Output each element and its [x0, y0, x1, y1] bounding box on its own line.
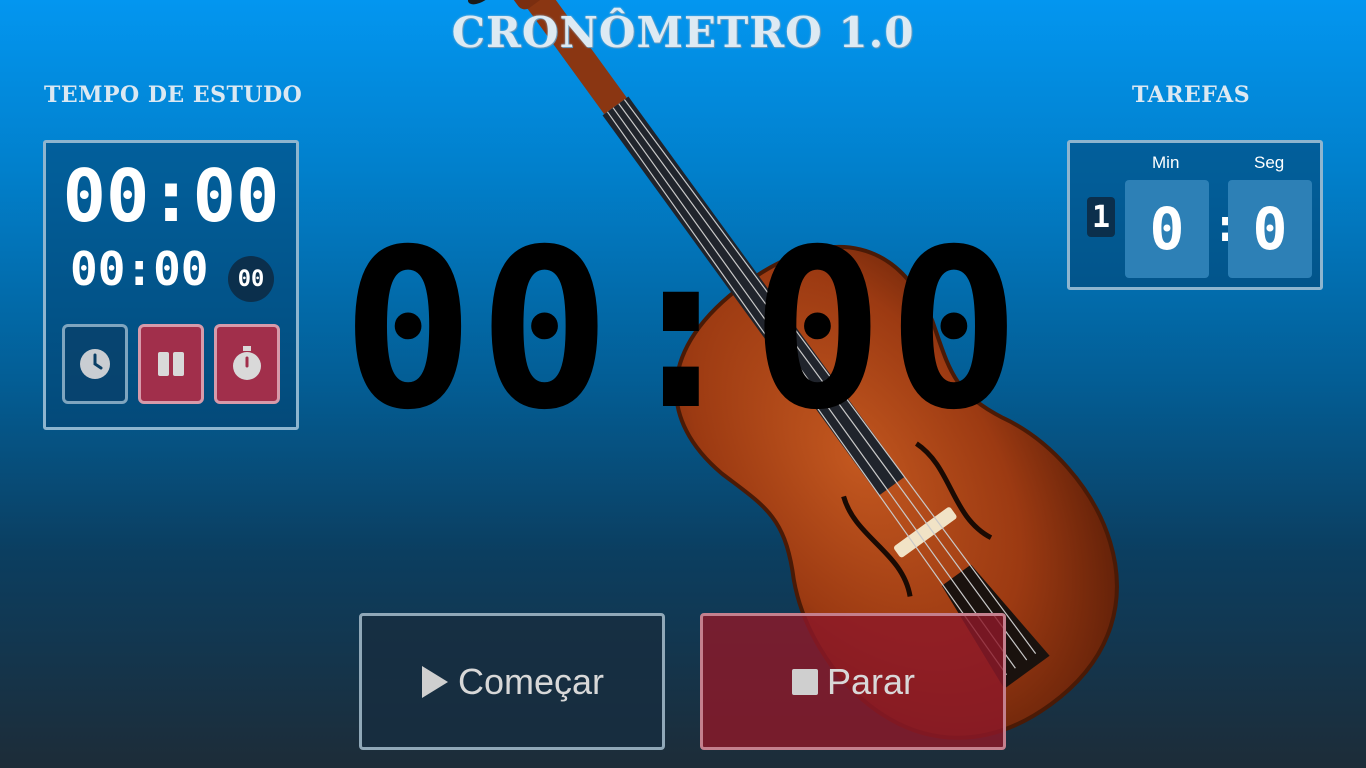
stop-button-label: Parar: [826, 660, 916, 702]
start-button[interactable]: Começar: [359, 613, 665, 750]
tasks-title: TAREFAS: [1132, 82, 1251, 108]
main-timer-display: 00:00: [341, 202, 1025, 458]
stop-button[interactable]: Parar: [700, 613, 1006, 750]
minutes-label: Min: [1152, 153, 1180, 172]
stop-icon: [791, 668, 818, 695]
play-icon: [421, 665, 448, 698]
seconds-label: Seg: [1254, 153, 1285, 172]
study-time-title: TEMPO DE ESTUDO: [44, 82, 303, 108]
start-button-label: Começar: [457, 660, 605, 702]
app-title: CRONÔMETRO 1.0: [451, 8, 915, 57]
